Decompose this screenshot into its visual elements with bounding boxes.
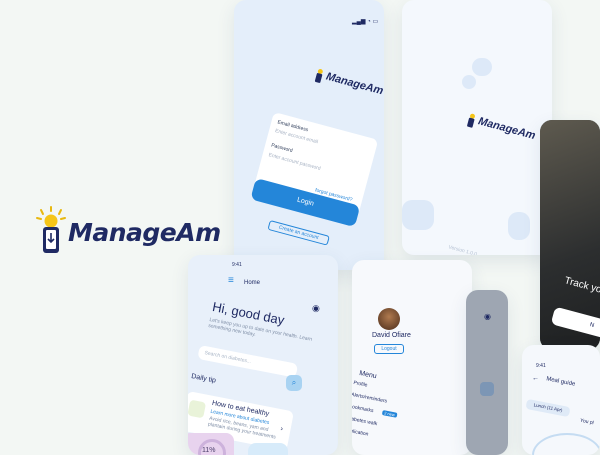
- meal-guide-screen: 9:41 ← Meal guide Lunch (11 Apr) You pl: [522, 345, 600, 455]
- decor-square: [508, 212, 530, 240]
- status-time: 9:41: [232, 262, 242, 268]
- splash-logo-text: ManageAm: [476, 115, 537, 143]
- brand-logo: ManageAm: [34, 205, 224, 257]
- decor-square: [462, 75, 476, 89]
- new-badge: 2 new: [381, 410, 398, 418]
- search-placeholder: Search on diabetes...: [203, 350, 252, 365]
- back-arrow-icon[interactable]: ←: [532, 375, 539, 382]
- logout-button[interactable]: Logout: [374, 344, 404, 354]
- status-time: 9:41: [536, 363, 546, 369]
- lightbulb-phone-icon: [36, 206, 66, 253]
- meal-chip-lunch[interactable]: Lunch (11 Apr): [525, 398, 571, 418]
- menu-list: Profile Alerts/reminders Bookmarks 2 new…: [352, 380, 452, 438]
- search-button[interactable]: ⌕: [286, 375, 302, 391]
- menu-item-application[interactable]: Application: [352, 427, 369, 438]
- home-title: Home: [244, 280, 261, 286]
- version-text: Version 1.0.0: [447, 244, 478, 255]
- menu-item-diabetes-walk[interactable]: Diabetes walk: [352, 415, 378, 427]
- create-account-button[interactable]: Create an account: [267, 220, 330, 246]
- splash-logo: ManageAm: [462, 108, 545, 152]
- menu-item-alerts[interactable]: Alerts/reminders: [352, 392, 387, 405]
- overlay-screen: ◉: [466, 290, 508, 455]
- search-button: [480, 382, 494, 396]
- brand-wordmark: ManageAm: [68, 218, 221, 247]
- menu-item-profile[interactable]: Profile: [353, 380, 368, 389]
- status-icons: ▂▄▆ ◔ ▭: [352, 19, 379, 25]
- progress-label: 11%: [202, 447, 216, 454]
- tip-thumbnail: [188, 399, 207, 419]
- daily-tip-heading: Daily tip: [190, 373, 217, 385]
- info-icon: ◉: [484, 312, 491, 321]
- home-screen: 9:41 ≡ Home ◉ Hi, good day Let's keep yo…: [188, 255, 338, 455]
- meal-guide-title: Meal guide: [545, 376, 576, 388]
- password-label: Password: [270, 142, 294, 155]
- menu-heading: Menu: [358, 370, 378, 381]
- login-logo: ManageAm: [310, 63, 384, 104]
- login-screen: ▂▄▆ ◔ ▭ ManageAm Email address Enter acc…: [234, 0, 384, 270]
- avatar: [378, 308, 400, 330]
- progress-card: 11%: [188, 433, 234, 455]
- splash-screen: ManageAm Version 1.0.0: [402, 0, 552, 255]
- onboarding-screen: Track yo N: [540, 120, 600, 350]
- meal-chip-plan[interactable]: You pl: [580, 418, 595, 427]
- login-logo-text: ManageAm: [324, 70, 384, 98]
- stats-card: [248, 443, 288, 455]
- password-field[interactable]: Enter account password: [268, 152, 321, 172]
- menu-screen: David Ofiare Logout Menu Profile Alerts/…: [352, 260, 472, 455]
- meal-chart: [532, 433, 600, 455]
- decor-square: [472, 58, 492, 76]
- menu-item-bookmarks[interactable]: Bookmarks: [352, 404, 374, 415]
- info-icon[interactable]: ◉: [312, 303, 320, 314]
- decor-square: [402, 200, 434, 230]
- chevron-right-icon: ›: [279, 425, 284, 433]
- menu-icon[interactable]: ≡: [228, 275, 234, 286]
- search-input[interactable]: Search on diabetes...: [197, 345, 299, 378]
- user-name: David Ofiare: [372, 332, 411, 339]
